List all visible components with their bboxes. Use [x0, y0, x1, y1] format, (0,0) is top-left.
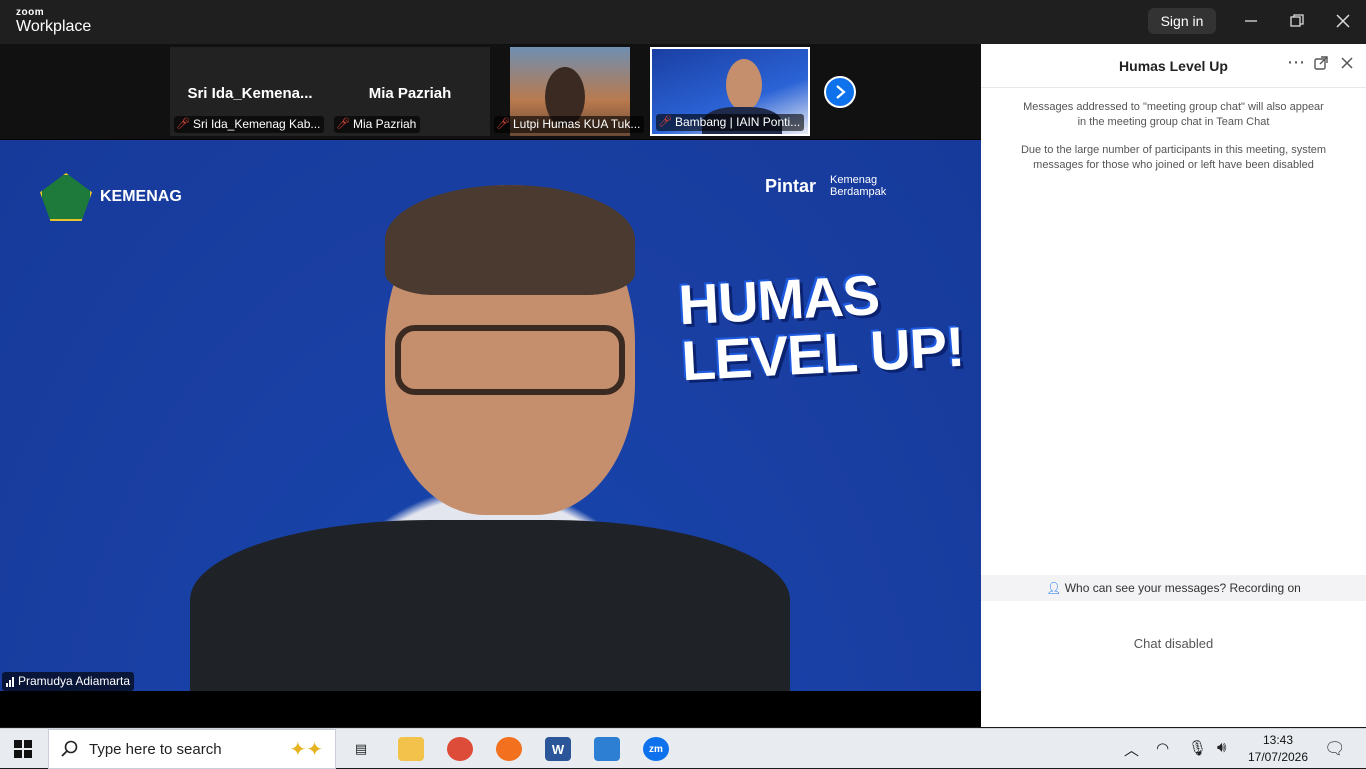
- participant-caption: 🎤︎ Lutpi Humas KUA Tuk...: [494, 116, 645, 133]
- brand2-line1: Kemenag: [830, 174, 878, 186]
- minimize-icon[interactable]: [1228, 6, 1274, 36]
- visibility-text: Who can see your messages? Recording on: [1064, 581, 1301, 595]
- speaker-shirt: [190, 520, 790, 691]
- close-icon[interactable]: [1320, 6, 1366, 36]
- emblem-icon: [40, 173, 92, 221]
- meeting-area: Sri Ida_Kemena... 🎤︎ Sri Ida_Kemenag Kab…: [0, 44, 981, 727]
- speaker-caption: Pramudya Adiamarta: [2, 672, 135, 691]
- speaker-name: Pramudya Adiamarta: [18, 674, 131, 688]
- chat-header: Humas Level Up ⋯: [981, 44, 1366, 88]
- participant-caption: 🎤︎ Sri Ida_Kemenag Kab...: [174, 116, 325, 133]
- file-explorer-icon[interactable]: [398, 737, 424, 761]
- search-icon: [61, 740, 78, 757]
- mic-muted-icon: 🎤︎: [336, 118, 350, 130]
- clock-time: 13:43: [1262, 733, 1294, 747]
- participant-caption: 🎤︎ Bambang | IAIN Ponti...: [656, 114, 805, 131]
- pop-out-icon[interactable]: [1314, 56, 1328, 74]
- participant-face: [726, 59, 762, 111]
- taskbar: Type here to search ✦✦ ▤ W zm ︿ ◠ 🎙︎ 🔊︎ …: [0, 728, 1366, 769]
- people-icon: 👤︎: [1046, 581, 1062, 595]
- more-options-icon[interactable]: ⋯: [1287, 52, 1305, 73]
- word-icon[interactable]: W: [545, 737, 571, 761]
- logo-bottom: Workplace: [16, 18, 92, 35]
- mic-muted-icon: 🎤︎: [496, 118, 510, 130]
- zoom-logo: zoom Workplace: [16, 7, 91, 36]
- participant-caption: 🎤︎ Mia Pazriah: [334, 116, 421, 133]
- backdrop-org: KEMENAG: [100, 188, 182, 205]
- task-view-icon[interactable]: ▤: [348, 737, 374, 761]
- chrome-icon[interactable]: [447, 737, 473, 761]
- system-message: Messages addressed to "meeting group cha…: [1023, 101, 1324, 128]
- chat-title: Humas Level Up: [1119, 58, 1228, 74]
- search-placeholder: Type here to search: [89, 740, 222, 758]
- participant-strip: Sri Ida_Kemena... 🎤︎ Sri Ida_Kemenag Kab…: [0, 44, 981, 139]
- windows-start-icon[interactable]: [14, 740, 32, 758]
- participant-caption-text: Sri Ida_Kemenag Kab...: [192, 117, 321, 131]
- participant-tile[interactable]: Sri Ida_Kemena... 🎤︎ Sri Ida_Kemenag Kab…: [170, 47, 330, 136]
- close-chat-icon[interactable]: [1341, 56, 1353, 73]
- message-visibility-bar[interactable]: 👤︎ Who can see your messages? Recording …: [981, 575, 1366, 601]
- chat-panel: Humas Level Up ⋯ Messages addressed to "…: [981, 44, 1366, 727]
- wifi-icon[interactable]: ◠: [1156, 739, 1169, 757]
- zoom-app-icon[interactable]: zm: [643, 737, 669, 761]
- chevron-right-icon: [836, 85, 846, 99]
- speaker-hair: [385, 185, 635, 295]
- backdrop-brands: Pintar Kemenag Berdampak: [765, 174, 886, 198]
- chevron-up-icon[interactable]: ︿: [1124, 739, 1139, 760]
- chat-status: Chat disabled: [1133, 636, 1214, 651]
- sign-in-button[interactable]: Sign in: [1148, 8, 1216, 34]
- taskbar-search[interactable]: Type here to search ✦✦: [48, 729, 336, 769]
- participant-caption-text: Mia Pazriah: [352, 117, 417, 131]
- notifications-icon[interactable]: 🗨︎: [1324, 739, 1346, 759]
- next-page-button[interactable]: [824, 76, 856, 108]
- backdrop-headline: HUMAS LEVEL UP!: [677, 263, 966, 393]
- brand-pintar: Pintar: [765, 175, 817, 196]
- participant-caption-text: Lutpi Humas KUA Tuk...: [512, 117, 641, 131]
- headline-line2: LEVEL UP!: [679, 314, 966, 393]
- system-message: Due to the large number of participants …: [1020, 144, 1327, 171]
- mic-muted-icon: 🎤︎: [658, 116, 672, 128]
- taskbar-clock[interactable]: 13:43 17/07/2026: [1246, 732, 1310, 766]
- brand-kemenag-berdampak: Kemenag Berdampak: [830, 174, 886, 198]
- title-bar: zoom Workplace Sign in: [0, 0, 1366, 44]
- logo-top: zoom: [16, 7, 45, 18]
- microphone-icon[interactable]: 🎙︎: [1188, 739, 1207, 757]
- clock-date: 17/07/2026: [1247, 750, 1309, 764]
- firefox-icon[interactable]: [496, 737, 522, 761]
- brand2-line2: Berdampak: [830, 186, 887, 198]
- mic-muted-icon: 🎤︎: [176, 118, 190, 130]
- participant-name: Sri Ida_Kemena...: [187, 85, 313, 102]
- participant-caption-text: Bambang | IAIN Ponti...: [674, 115, 801, 129]
- kemenag-logo: KEMENAG: [40, 173, 182, 221]
- participant-tile[interactable]: Mia Pazriah 🎤︎ Mia Pazriah: [330, 47, 490, 136]
- signal-bars-icon: [6, 676, 14, 687]
- speaker-glasses: [395, 325, 625, 395]
- participant-name: Mia Pazriah: [368, 85, 452, 102]
- sparkle-icon: ✦✦: [289, 738, 323, 761]
- volume-icon[interactable]: 🔊︎: [1217, 739, 1226, 756]
- photos-icon[interactable]: [594, 737, 620, 761]
- participant-tile-active[interactable]: 🎤︎ Bambang | IAIN Ponti...: [650, 47, 810, 136]
- restore-icon[interactable]: [1274, 6, 1320, 36]
- participant-tile[interactable]: 🎤︎ Lutpi Humas KUA Tuk...: [490, 47, 650, 136]
- active-speaker-video: KEMENAG Pintar Kemenag Berdampak HUMAS L…: [0, 140, 981, 691]
